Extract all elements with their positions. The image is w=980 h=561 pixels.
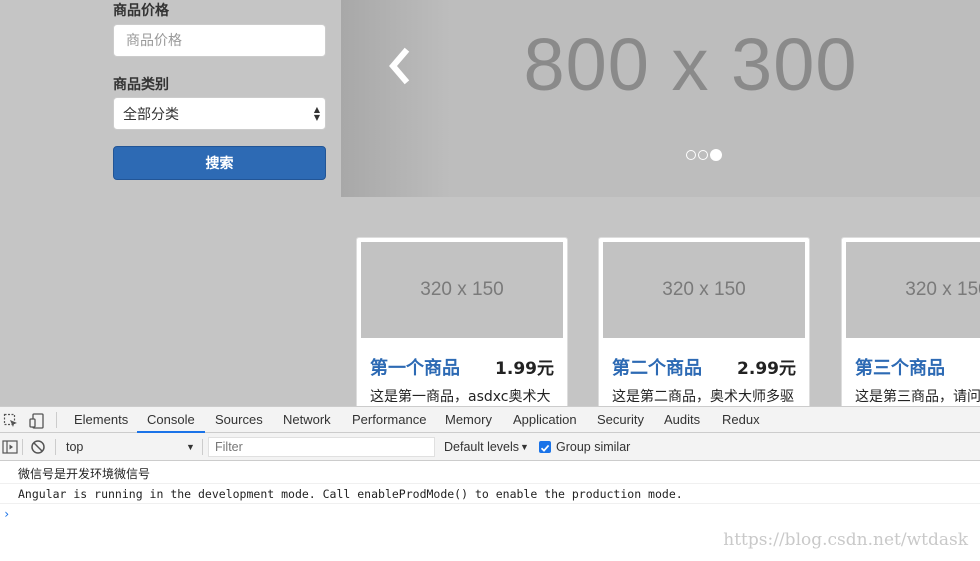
- product-image: 320 x 150: [361, 242, 563, 338]
- group-similar-checkbox[interactable]: [539, 441, 551, 453]
- price-input[interactable]: [113, 24, 326, 57]
- tab-application[interactable]: Application: [513, 407, 577, 433]
- context-select-value: top: [66, 440, 84, 454]
- console-toolbar: top ▼ Default levels ▼ Group similar: [0, 433, 980, 461]
- console-filter-input[interactable]: [208, 437, 435, 457]
- product-card[interactable]: 320 x 150 第一个商品 1.99元 这是第一商品，asdxc奥术大: [356, 237, 568, 406]
- tab-sources[interactable]: Sources: [215, 407, 263, 433]
- product-card[interactable]: 320 x 150 第三个商品 这是第三商品，请问: [841, 237, 980, 406]
- tab-audits[interactable]: Audits: [664, 407, 700, 433]
- product-name[interactable]: 第三个商品: [855, 354, 945, 380]
- clear-console-icon[interactable]: [30, 439, 46, 455]
- product-price: 1.99元: [495, 359, 554, 379]
- console-message: 微信号是开发环境微信号: [0, 464, 980, 484]
- group-similar-label: Group similar: [556, 440, 631, 454]
- search-button[interactable]: 搜索: [113, 146, 326, 180]
- console-message: Angular is running in the development mo…: [0, 484, 980, 504]
- levels-label: Default levels: [444, 440, 520, 454]
- category-select[interactable]: 全部分类 ▲ ▼: [113, 97, 326, 130]
- carousel-dot-active[interactable]: [710, 149, 722, 161]
- tab-elements[interactable]: Elements: [74, 407, 128, 433]
- product-card[interactable]: 320 x 150 第二个商品 2.99元 这是第二商品，奥术大师多驱: [598, 237, 810, 406]
- console-prompt-icon[interactable]: ›: [3, 507, 10, 521]
- inspect-element-icon[interactable]: [3, 413, 19, 429]
- select-arrows-icon: ▲ ▼: [313, 105, 320, 122]
- toolbar-divider: [22, 439, 23, 455]
- category-label: 商品类别: [113, 76, 169, 92]
- product-description: 这是第三商品，请问: [855, 389, 980, 405]
- product-image: 320 x 150: [603, 242, 805, 338]
- product-description: 这是第一商品，asdxc奥术大: [370, 389, 551, 405]
- tab-divider: [56, 412, 57, 428]
- toolbar-divider: [202, 439, 203, 455]
- sidebar-toggle-icon[interactable]: [2, 439, 18, 455]
- tab-redux[interactable]: Redux: [722, 407, 760, 433]
- category-selected-value: 全部分类: [123, 106, 179, 123]
- tab-console[interactable]: Console: [137, 407, 205, 433]
- device-toolbar-icon[interactable]: [29, 413, 45, 429]
- chevron-left-icon[interactable]: [385, 46, 415, 86]
- product-name[interactable]: 第一个商品: [370, 354, 460, 380]
- carousel-indicators: [686, 149, 722, 161]
- price-label: 商品价格: [113, 2, 169, 18]
- product-name[interactable]: 第二个商品: [612, 354, 702, 380]
- checkmark-icon: [540, 444, 550, 452]
- levels-dropdown[interactable]: Default levels ▼: [440, 433, 532, 461]
- devtools-panel: Elements Console Sources Network Perform…: [0, 406, 980, 561]
- tab-performance[interactable]: Performance: [352, 407, 426, 433]
- tab-security[interactable]: Security: [597, 407, 644, 433]
- tab-memory[interactable]: Memory: [445, 407, 492, 433]
- carousel-placeholder-text: 800 x 300: [523, 23, 858, 106]
- carousel-dot[interactable]: [686, 150, 696, 160]
- product-image: 320 x 150: [846, 242, 980, 338]
- dropdown-arrow-icon: ▼: [520, 442, 529, 452]
- tab-network[interactable]: Network: [283, 407, 331, 433]
- watermark: https://blog.csdn.net/wtdask: [723, 530, 968, 550]
- web-page-viewport: 商品价格 商品类别 全部分类 ▲▼ 搜索 800 x 300 320 x 150…: [0, 0, 980, 406]
- carousel: 800 x 300: [341, 0, 980, 197]
- context-select[interactable]: top ▼: [60, 433, 198, 461]
- carousel-dot[interactable]: [698, 150, 708, 160]
- product-price: 2.99元: [737, 359, 796, 379]
- devtools-tab-bar: Elements Console Sources Network Perform…: [0, 406, 980, 433]
- dropdown-arrow-icon: ▼: [186, 442, 195, 452]
- product-description: 这是第二商品，奥术大师多驱: [612, 389, 794, 405]
- toolbar-divider: [55, 439, 56, 455]
